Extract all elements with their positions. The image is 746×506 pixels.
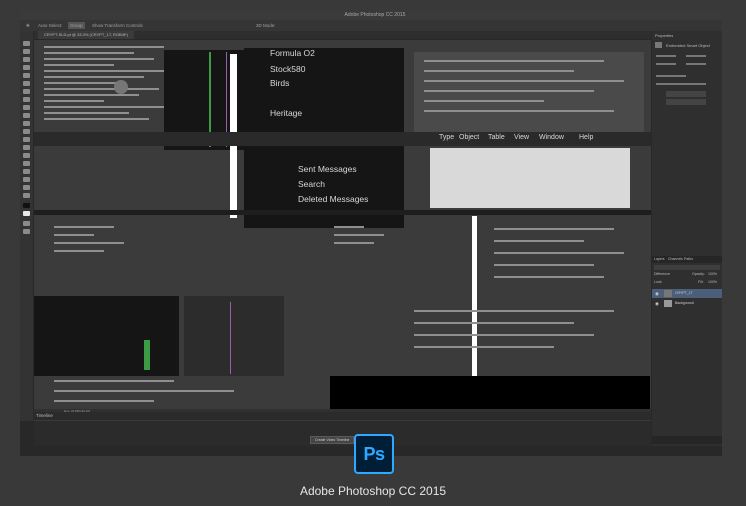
glitch-text-deleted: Deleted Messages — [298, 194, 369, 204]
timeline-title: Timeline — [36, 413, 53, 418]
document-tab-bar: CRYPT-SLD.pt @ 33.3% (CRYPT_1T, RGB/8*) — [34, 31, 651, 39]
layer-name: Background — [675, 301, 694, 305]
layer-thumbnail — [664, 300, 672, 307]
dodge-tool-icon[interactable] — [23, 145, 30, 150]
photoshop-window: Adobe Photoshop CC 2015 ✥ Auto-Select: G… — [20, 10, 722, 456]
history-brush-tool-icon[interactable] — [23, 113, 30, 118]
move-tool-icon[interactable]: ✥ — [26, 20, 30, 31]
opacity-value[interactable]: 100% — [708, 272, 717, 276]
tab-channels[interactable]: Channels — [668, 257, 683, 261]
document-tab[interactable]: CRYPT-SLD.pt @ 33.3% (CRYPT_1T, RGB/8*) — [38, 31, 134, 39]
show-transform-checkbox[interactable]: Show Transform Controls — [92, 20, 143, 31]
eraser-tool-icon[interactable] — [23, 121, 30, 126]
auto-select-checkbox[interactable]: Auto-Select: — [38, 20, 63, 31]
right-panel: Properties Embedded Smart Object Layers … — [652, 31, 722, 446]
pen-tool-icon[interactable] — [23, 153, 30, 158]
glitch-text-search: Search — [298, 179, 325, 189]
photoshop-logo: Ps — [354, 434, 394, 474]
properties-title: Properties — [655, 33, 674, 38]
layers-footer — [652, 436, 722, 444]
glitch-text-table: Table — [488, 134, 505, 141]
options-bar: ✥ Auto-Select: Group Show Transform Cont… — [20, 20, 722, 31]
path-select-tool-icon[interactable] — [23, 169, 30, 174]
layer-mode-select[interactable]: Group — [68, 22, 85, 29]
tab-paths[interactable]: Paths — [684, 257, 693, 261]
glitch-text-formula: Formula O2 — [270, 48, 315, 58]
edit-contents-button[interactable] — [666, 91, 706, 97]
quick-select-tool-icon[interactable] — [23, 65, 30, 70]
eye-icon[interactable]: ◉ — [655, 289, 659, 298]
glitch-text-stock: Stock580 — [270, 64, 306, 74]
blur-tool-icon[interactable] — [23, 137, 30, 142]
caption: Adobe Photoshop CC 2015 — [299, 484, 447, 498]
layer-name: CRYPT_1T — [675, 291, 693, 295]
tools-panel — [20, 31, 33, 421]
hand-tool-icon[interactable] — [23, 185, 30, 190]
smart-object-label: Embedded Smart Object — [666, 43, 710, 48]
3d-mode-label: 3D Mode: — [256, 23, 276, 28]
eyedropper-tool-icon[interactable] — [23, 81, 30, 86]
create-video-timeline-button[interactable]: Create Video Timeline — [310, 436, 355, 444]
blend-mode-select[interactable]: Difference — [654, 272, 670, 276]
document-canvas[interactable]: Formula O2 Stock580 Birds Heritage Sent … — [34, 40, 651, 411]
healing-brush-tool-icon[interactable] — [23, 89, 30, 94]
fill-label: Fill: — [698, 280, 704, 284]
app-title: Adobe Photoshop CC 2015 — [344, 12, 406, 18]
glitch-text-window: Window — [539, 134, 564, 141]
tab-layers[interactable]: Layers — [654, 257, 665, 261]
screen-mode-icon[interactable] — [23, 229, 30, 234]
glitch-text-view: View — [514, 134, 530, 141]
convert-to-linked-button[interactable] — [666, 99, 706, 105]
fill-value[interactable]: 100% — [708, 280, 717, 284]
glitch-text-object: Object — [459, 134, 480, 141]
gradient-tool-icon[interactable] — [23, 129, 30, 134]
glitch-text-sent: Sent Messages — [298, 164, 357, 174]
glitch-text-birds: Birds — [270, 78, 290, 88]
move-tool-icon[interactable] — [23, 41, 30, 46]
lock-label: Lock: — [654, 280, 663, 284]
crop-tool-icon[interactable] — [23, 73, 30, 78]
clone-stamp-tool-icon[interactable] — [23, 105, 30, 110]
shape-tool-icon[interactable] — [23, 177, 30, 182]
smart-object-icon — [655, 42, 662, 48]
glitch-text-type: Type — [439, 134, 455, 141]
quick-mask-icon[interactable] — [23, 221, 30, 226]
zoom-tool-icon[interactable] — [23, 193, 30, 198]
layer-filter-bar[interactable] — [654, 265, 720, 270]
timeline-panel: Timeline Create Video Timeline — [34, 412, 651, 446]
marquee-tool-icon[interactable] — [23, 49, 30, 54]
layer-row[interactable]: ◉ Background — [652, 299, 722, 308]
title-bar: Adobe Photoshop CC 2015 — [20, 10, 722, 25]
opacity-label: Opacity: — [692, 272, 705, 276]
layer-row[interactable]: ◉ CRYPT_1T — [652, 289, 722, 298]
foreground-color-swatch[interactable] — [23, 203, 30, 208]
glitch-text-heritage: Heritage — [270, 108, 303, 118]
logo-text: Ps — [363, 443, 385, 464]
glitch-text-help: Help — [579, 134, 594, 141]
eye-icon[interactable]: ◉ — [655, 299, 659, 308]
lasso-tool-icon[interactable] — [23, 57, 30, 62]
layer-thumbnail — [664, 290, 672, 297]
background-color-swatch[interactable] — [23, 211, 30, 216]
brush-tool-icon[interactable] — [23, 97, 30, 102]
type-tool-icon[interactable] — [23, 161, 30, 166]
